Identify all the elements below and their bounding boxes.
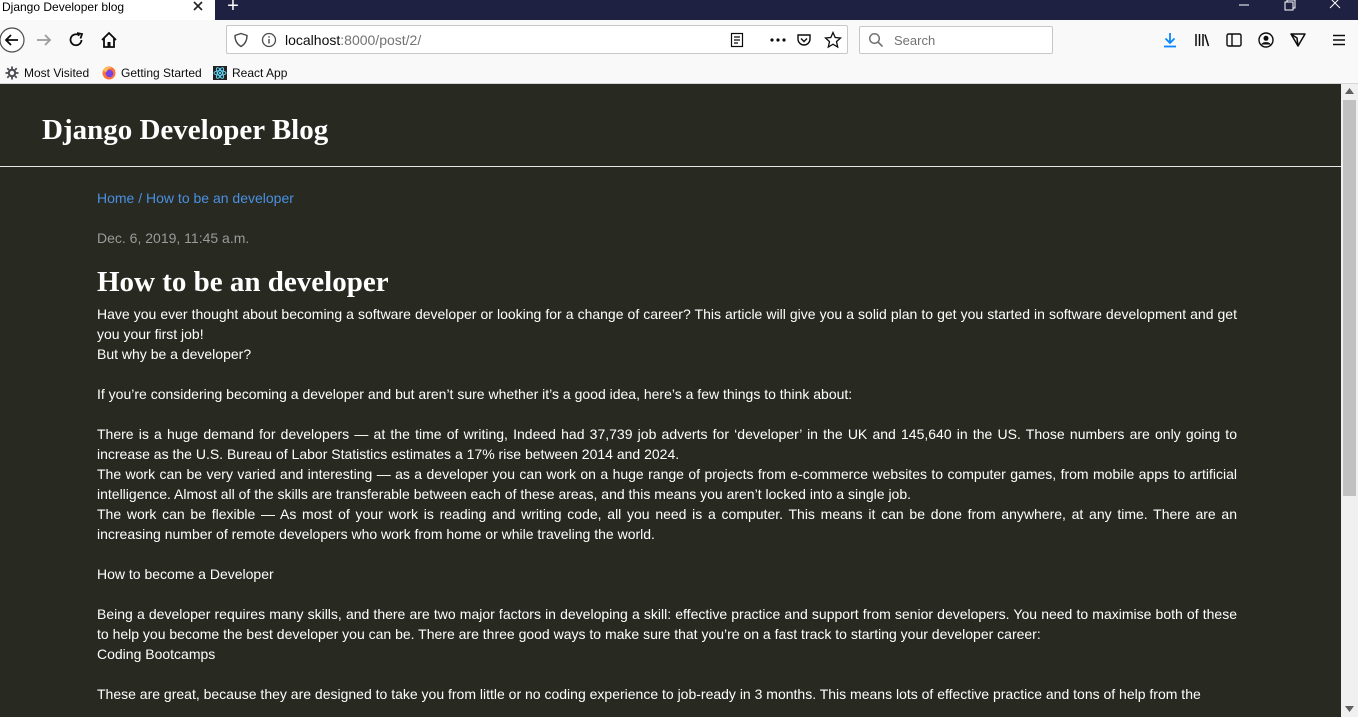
tab-strip: Django Developer blog + [0, 0, 1358, 20]
reload-icon [69, 32, 84, 47]
page-viewport: Django Developer Blog Home / How to be a… [0, 84, 1341, 717]
close-tab-icon[interactable] [189, 0, 207, 15]
url-host: localhost [285, 32, 341, 48]
bookmark-most-visited[interactable]: Most Visited [5, 64, 89, 81]
close-window-icon[interactable] [1312, 0, 1358, 14]
post-subheading: Coding Bootcamps [97, 646, 216, 662]
breadcrumb-home-link[interactable]: Home [97, 190, 134, 206]
bookmark-label: Getting Started [121, 65, 202, 80]
bookmark-react-app[interactable]: React App [213, 64, 287, 81]
menu-button[interactable] [1325, 26, 1353, 54]
breadcrumb-current-link[interactable]: How to be an developer [146, 190, 294, 206]
post-date: Dec. 6, 2019, 11:45 a.m. [97, 230, 250, 246]
post-paragraph: But why be a developer? [97, 346, 252, 362]
library-icon [1195, 34, 1210, 47]
pocket-icon[interactable] [796, 32, 812, 48]
shield-icon[interactable] [233, 32, 249, 48]
address-bar[interactable]: localhost:8000/post/2/ [226, 25, 848, 54]
post-paragraph: The work can be flexible — As most of yo… [97, 506, 1237, 542]
forward-button[interactable] [30, 26, 58, 54]
hamburger-menu-icon [1333, 34, 1345, 46]
scroll-down-arrow-icon[interactable] [1345, 706, 1354, 712]
post-paragraph: The work can be very varied and interest… [97, 466, 1237, 502]
search-box[interactable]: Search [859, 26, 1053, 54]
account-button[interactable] [1252, 26, 1280, 54]
reader-view-icon[interactable] [729, 32, 745, 48]
bookmark-star-icon[interactable] [824, 31, 842, 49]
react-icon [213, 65, 227, 80]
post-title: How to be an developer [97, 266, 389, 298]
post-paragraph: These are great, because they are design… [97, 686, 1201, 702]
breadcrumb-separator: / [134, 190, 147, 206]
home-button[interactable] [95, 26, 123, 54]
download-icon [1164, 33, 1176, 48]
bookmark-label: React App [232, 65, 288, 80]
minimize-icon[interactable] [1220, 0, 1266, 14]
post-subheading: How to become a Developer [97, 566, 274, 582]
tab-title: Django Developer blog [2, 0, 125, 14]
scroll-up-arrow-icon[interactable] [1345, 88, 1354, 94]
scrollbar-thumb[interactable] [1343, 100, 1356, 496]
forward-arrow-icon [37, 34, 52, 46]
site-title[interactable]: Django Developer Blog [42, 114, 328, 147]
active-tab[interactable]: Django Developer blog [0, 0, 215, 20]
url-text: localhost:8000/post/2/ [285, 32, 421, 48]
new-tab-button[interactable]: + [223, 0, 243, 18]
account-icon [1258, 32, 1274, 48]
extension-button[interactable] [1284, 26, 1312, 54]
bookmarks-bar: Most Visited Getting Started React App [0, 61, 1358, 84]
search-placeholder: Search [894, 33, 936, 48]
post-paragraph: Being a developer requires many skills, … [97, 606, 1237, 642]
downloads-button[interactable] [1156, 26, 1184, 54]
back-button[interactable] [0, 26, 26, 54]
page-scrollbar[interactable] [1341, 84, 1358, 717]
site-header: Django Developer Blog [0, 84, 1341, 167]
firefox-icon [102, 66, 116, 79]
library-button[interactable] [1188, 26, 1216, 54]
bookmark-getting-started[interactable]: Getting Started [102, 64, 202, 81]
post-content: Home / How to be an developer Dec. 6, 20… [97, 188, 1237, 704]
bookmark-label: Most Visited [24, 65, 90, 80]
home-icon [101, 31, 117, 48]
gear-icon [5, 66, 19, 79]
url-path: :8000/post/2/ [340, 32, 422, 48]
search-icon [868, 32, 884, 48]
nav-toolbar: localhost:8000/post/2/ Search [0, 20, 1358, 61]
breadcrumb: Home / How to be an developer [97, 188, 1237, 208]
post-paragraph: If you’re considering becoming a develop… [97, 386, 853, 402]
page-actions-icon[interactable] [769, 32, 787, 48]
reload-button[interactable] [62, 26, 90, 54]
back-arrow-icon [0, 27, 25, 53]
post-paragraph: There is a huge demand for developers — … [97, 426, 1237, 462]
info-icon[interactable] [261, 32, 277, 48]
paper-plane-icon [1290, 33, 1306, 47]
post-paragraph: Have you ever thought about becoming a s… [97, 306, 1237, 342]
sidebar-button[interactable] [1220, 26, 1248, 54]
sidebar-icon [1226, 33, 1242, 47]
restore-icon[interactable] [1266, 0, 1312, 14]
